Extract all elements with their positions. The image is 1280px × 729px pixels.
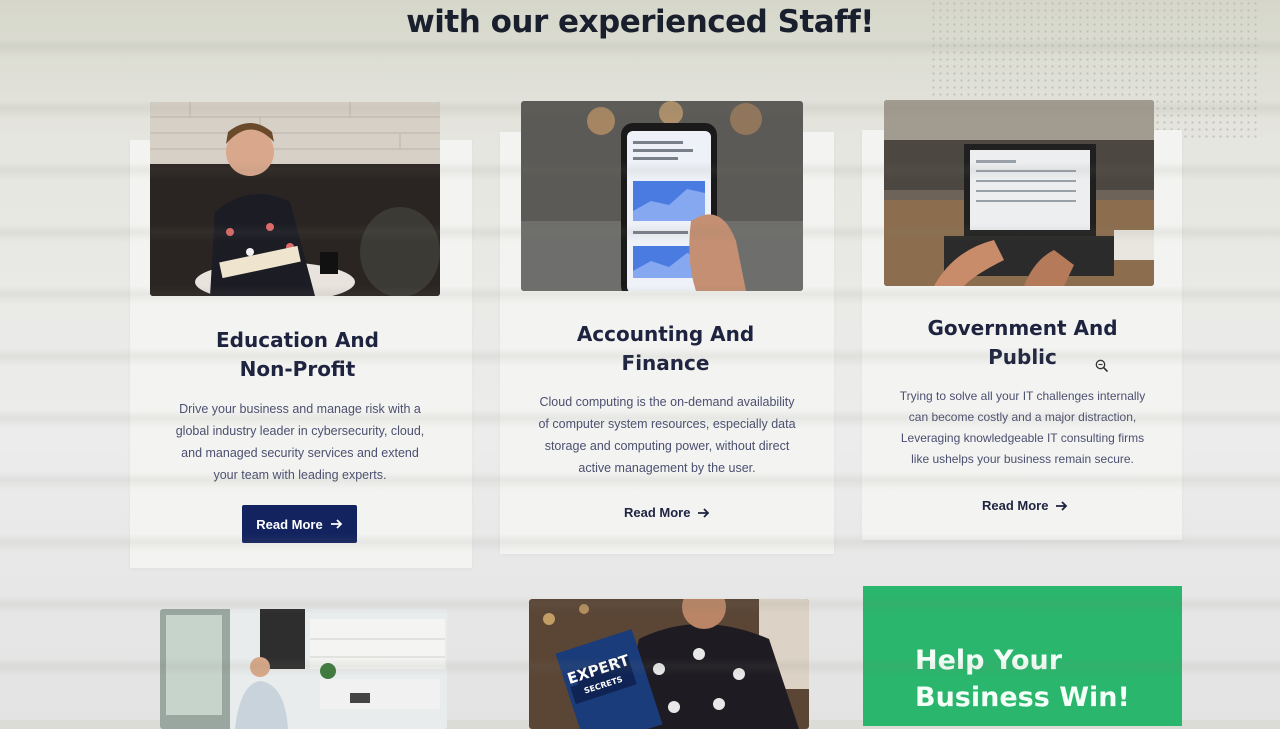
card-text-line: Cloud computing is the on-demand availab… — [539, 395, 795, 409]
card-text-line: and managed security services and extend — [181, 446, 419, 460]
arrow-right-icon — [330, 519, 343, 529]
card-title-line2: Non-Profit — [239, 357, 356, 381]
read-more-button-education[interactable]: Read More — [242, 505, 357, 543]
card-text-line: Leveraging knowledgeable IT consulting f… — [900, 431, 1145, 445]
card-text-line: active management by the user. — [578, 461, 756, 475]
card-title-line2: Finance — [621, 351, 710, 375]
card-text-line: Trying to solve all your IT challenges i… — [899, 389, 1146, 403]
services-section: with our experienced Staff! Education An… — [0, 0, 1280, 729]
card-text-line: like ushelps your business remain secure… — [911, 452, 1134, 466]
card-title-line1: Government And — [927, 316, 1118, 340]
zoom-cursor-icon — [1095, 359, 1109, 373]
read-more-label: Read More — [256, 516, 323, 532]
card-description: Drive your business and manage risk with… — [145, 398, 455, 486]
arrow-right-icon — [698, 507, 710, 518]
card-image-man-with-book — [150, 102, 440, 296]
card-title-line1: Education And — [216, 328, 379, 352]
read-more-label: Read More — [624, 505, 691, 520]
read-more-link-government[interactable]: Read More — [982, 498, 1068, 513]
card-image-office-worker — [160, 609, 447, 729]
card-text-line: global industry leader in cybersecurity,… — [175, 424, 425, 438]
card-title-line2: Public — [988, 345, 1057, 369]
card-image-expert-secrets-book: EXPERT SECRETS — [529, 599, 809, 729]
card-description: Cloud computing is the on-demand availab… — [512, 391, 822, 479]
card-title: Accounting And Finance — [518, 320, 813, 378]
card-image-phone-finance — [521, 101, 803, 291]
card-title-line1: Accounting And — [576, 322, 755, 346]
card-image-laptop-office — [884, 100, 1154, 286]
card-text-line: of computer system resources, especially… — [538, 417, 796, 431]
card-title: Government And Public — [875, 314, 1170, 372]
arrow-right-icon — [1056, 500, 1068, 511]
promo-title-line1: Help Your — [915, 645, 1063, 676]
read-more-link-accounting[interactable]: Read More — [624, 505, 710, 520]
promo-title-line2: Business Win! — [915, 682, 1130, 713]
promo-title: Help Your Business Win! — [915, 642, 1130, 716]
card-text-line: can become costly and a major distractio… — [908, 410, 1137, 424]
card-text-line: Drive your business and manage risk with… — [179, 402, 421, 416]
card-text-line: your team with leading experts. — [213, 468, 387, 482]
card-title: Education And Non-Profit — [150, 326, 445, 384]
section-headline: with our experienced Staff! — [406, 4, 874, 40]
promo-banner[interactable]: Help Your Business Win! — [863, 586, 1182, 726]
card-description: Trying to solve all your IT challenges i… — [870, 386, 1175, 470]
read-more-label: Read More — [982, 498, 1049, 513]
card-text-line: storage and computing power, without dir… — [544, 439, 790, 453]
